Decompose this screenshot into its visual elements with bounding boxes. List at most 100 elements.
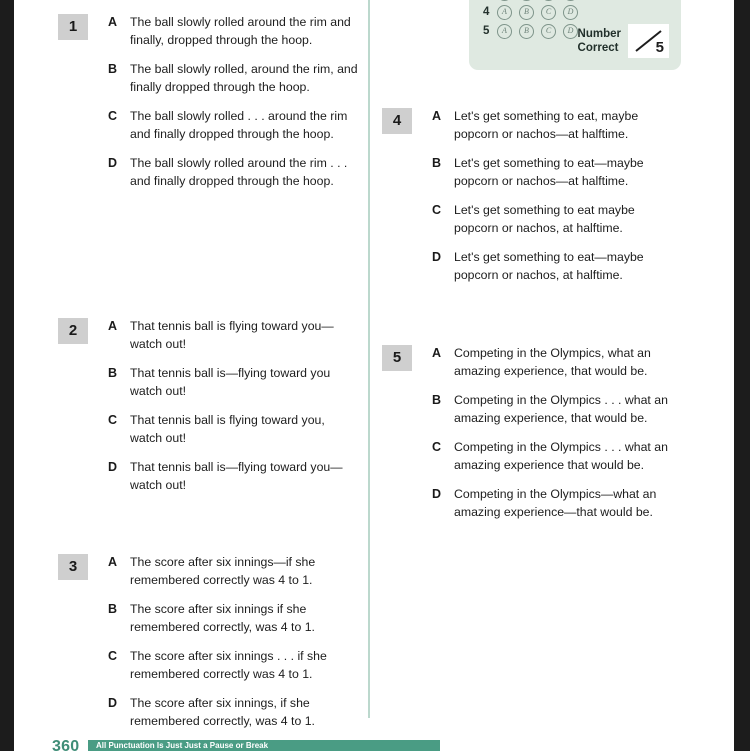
- choice-letter: B: [432, 393, 442, 407]
- answer-choice[interactable]: D The score after six innings, if she rem…: [108, 695, 358, 730]
- answer-choice[interactable]: C Let's get something to eat maybe popcor…: [432, 202, 682, 237]
- choice-letter: B: [108, 602, 118, 616]
- question-number-5: 5: [382, 345, 412, 371]
- choice-text: The ball slowly rolled, around the rim, …: [130, 62, 358, 94]
- answer-choice[interactable]: A Competing in the Olympics, what an amaz…: [432, 345, 682, 380]
- right-gutter: [734, 0, 750, 751]
- answer-choice[interactable]: A Let's get something to eat, maybe popco…: [432, 108, 682, 143]
- question-block-1: 1 A The ball slowly rolled around the rim …: [58, 14, 358, 202]
- choice-text: Competing in the Olympics . . . what an …: [454, 440, 668, 472]
- answer-choice[interactable]: A The score after six innings—if she reme…: [108, 554, 358, 589]
- answer-bubble-a[interactable]: A: [497, 24, 512, 39]
- number-correct-total: 5: [655, 39, 664, 56]
- question-block-2: 2 A That tennis ball is flying toward you—…: [58, 318, 358, 506]
- choice-letter: C: [108, 413, 118, 427]
- question-number-4: 4: [382, 108, 412, 134]
- choice-letter: C: [108, 649, 118, 663]
- choice-text: That tennis ball is—flying toward you wa…: [130, 366, 331, 398]
- choice-letter: D: [108, 696, 118, 710]
- bubble-row-number: 4: [483, 6, 490, 18]
- question-block-5: 5 A Competing in the Olympics, what an ama…: [382, 345, 682, 533]
- choice-letter: B: [108, 366, 118, 380]
- answer-choice[interactable]: B Competing in the Olympics . . . what an…: [432, 392, 682, 427]
- answer-bubble-d[interactable]: D: [563, 24, 578, 39]
- choice-letter: A: [432, 109, 442, 123]
- answer-choice[interactable]: B The score after six innings if she reme…: [108, 601, 358, 636]
- number-correct-group: Number Correct 5: [578, 24, 669, 58]
- answer-bubble-d[interactable]: D: [563, 5, 578, 20]
- answer-bubble-c[interactable]: C: [541, 5, 556, 20]
- column-divider: [368, 0, 370, 718]
- answer-choice[interactable]: A The ball slowly rolled around the rim a…: [108, 14, 358, 49]
- choice-text: Let's get something to eat—maybe popcorn…: [454, 156, 644, 188]
- choice-text: That tennis ball is flying toward you, w…: [130, 413, 325, 445]
- answer-choice[interactable]: C The score after six innings . . . if sh…: [108, 648, 358, 683]
- choice-text: The score after six innings . . . if she…: [130, 649, 327, 681]
- answer-choice[interactable]: A That tennis ball is flying toward you—w…: [108, 318, 358, 353]
- choice-letter: C: [432, 203, 442, 217]
- choice-letter: C: [108, 109, 118, 123]
- answer-bubble-b[interactable]: B: [519, 5, 534, 20]
- choice-letter: D: [432, 487, 442, 501]
- choice-letter: D: [108, 460, 118, 474]
- answer-choice[interactable]: D The ball slowly rolled around the rim .…: [108, 155, 358, 190]
- choice-letter: A: [108, 319, 118, 333]
- choice-text: Competing in the Olympics—what an amazin…: [454, 487, 657, 519]
- question-number-1: 1: [58, 14, 88, 40]
- worksheet-page: 2ABCD3ABCD4ABCD5ABCD Number Correct 5 1A…: [14, 0, 734, 751]
- bubble-row: 4ABCD: [483, 3, 585, 22]
- choice-text: The score after six innings, if she reme…: [130, 696, 315, 728]
- answer-choice[interactable]: D That tennis ball is—flying toward you—w…: [108, 459, 358, 494]
- choice-text: Let's get something to eat—maybe popcorn…: [454, 250, 644, 282]
- choice-text: The ball slowly rolled . . . around the …: [130, 109, 348, 141]
- choice-letter: B: [432, 156, 442, 170]
- choice-text: The score after six innings if she remem…: [130, 602, 315, 634]
- answer-choice[interactable]: D Competing in the Olympics—what an amazi…: [432, 486, 682, 521]
- answer-bubble-a[interactable]: A: [497, 5, 512, 20]
- answer-bubble-c[interactable]: C: [541, 0, 556, 1]
- answer-bubble-a[interactable]: A: [497, 0, 512, 1]
- answer-bubble-panel: 2ABCD3ABCD4ABCD5ABCD Number Correct 5: [469, 0, 681, 70]
- choice-letter: A: [432, 346, 442, 360]
- choice-text: Competing in the Olympics, what an amazi…: [454, 346, 651, 378]
- choice-text: Competing in the Olympics . . . what an …: [454, 393, 668, 425]
- answer-choice[interactable]: B Let's get something to eat—maybe popcor…: [432, 155, 682, 190]
- choice-text: Let's get something to eat maybe popcorn…: [454, 203, 635, 235]
- left-gutter: [0, 0, 14, 751]
- question-number-2: 2: [58, 318, 88, 344]
- number-correct-input-box[interactable]: 5: [628, 24, 669, 58]
- choice-letter: D: [432, 250, 442, 264]
- footer-page-number: 360: [52, 738, 80, 751]
- choice-letter: B: [108, 62, 118, 76]
- choice-text: The ball slowly rolled around the rim an…: [130, 15, 351, 47]
- answer-choice[interactable]: C Competing in the Olympics . . . what an…: [432, 439, 682, 474]
- choice-text: Let's get something to eat, maybe popcor…: [454, 109, 639, 141]
- number-correct-label: Number Correct: [578, 27, 621, 55]
- choice-letter: D: [108, 156, 118, 170]
- question-block-3: 3 A The score after six innings—if she rem…: [58, 554, 358, 742]
- choice-text: The score after six innings—if she remem…: [130, 555, 316, 587]
- answer-bubble-b[interactable]: B: [519, 24, 534, 39]
- question-block-4: 4 A Let's get something to eat, maybe popc…: [382, 108, 682, 296]
- bubble-row: 5ABCD: [483, 22, 585, 41]
- number-correct-line2: Correct: [577, 42, 619, 54]
- answer-bubble-grid: 2ABCD3ABCD4ABCD5ABCD: [483, 0, 585, 41]
- answer-bubble-b[interactable]: B: [519, 0, 534, 1]
- footer-band: All Punctuation Is Just Just a Pause or …: [88, 740, 440, 751]
- choice-letter: A: [108, 555, 118, 569]
- choice-text: That tennis ball is flying toward you—wa…: [130, 319, 334, 351]
- choice-letter: A: [108, 15, 118, 29]
- choice-letter: C: [432, 440, 442, 454]
- number-correct-line1: Number: [577, 28, 621, 40]
- choice-text: The ball slowly rolled around the rim . …: [130, 156, 348, 188]
- answer-choice[interactable]: B The ball slowly rolled, around the rim,…: [108, 61, 358, 96]
- answer-bubble-c[interactable]: C: [541, 24, 556, 39]
- bubble-row-number: 5: [483, 25, 490, 37]
- answer-bubble-d[interactable]: D: [563, 0, 578, 1]
- answer-choice[interactable]: D Let's get something to eat—maybe popcor…: [432, 249, 682, 284]
- answer-choice[interactable]: B That tennis ball is—flying toward you w…: [108, 365, 358, 400]
- answer-choice[interactable]: C The ball slowly rolled . . . around the…: [108, 108, 358, 143]
- answer-choice[interactable]: C That tennis ball is flying toward you, …: [108, 412, 358, 447]
- page-footer: 360 All Punctuation Is Just Just a Pause…: [14, 737, 734, 751]
- footer-band-text: All Punctuation Is Just Just a Pause or …: [96, 741, 269, 750]
